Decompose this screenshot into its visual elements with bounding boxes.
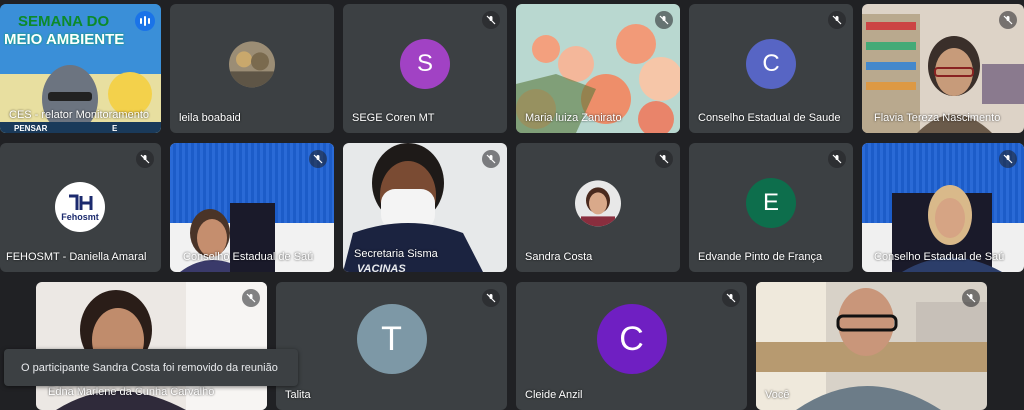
participant-tile[interactable]: C Conselho Estadual de Saude [689,4,853,133]
participant-tile[interactable]: C Cleide Anzil [516,282,747,410]
avatar: C [746,38,796,89]
participant-tile[interactable]: leila boabaid [170,4,334,133]
participant-name: CES - relator Monitoramento [9,109,149,121]
participant-name: Conselho Estadual de Saú [874,251,1005,263]
participant-tile[interactable]: Flavia Tereza Nascimento [862,4,1024,133]
participant-tile[interactable]: E Edvande Pinto de França [689,143,853,272]
avatar: C [596,304,667,374]
mic-off-icon [722,289,740,307]
banner-bottom-text: PENSAR [14,124,48,133]
participant-name: Sandra Costa [525,251,593,263]
participant-name: Secretaria Sisma [354,248,438,260]
participant-name: Edvande Pinto de França [698,251,823,263]
avatar: S [400,38,450,89]
mic-off-icon [242,289,260,307]
banner-bottom-text-2: E [112,124,118,133]
participant-tile[interactable]: VACINAS Secretaria Sisma [343,143,507,272]
avatar: E [746,177,796,228]
participant-tile[interactable]: SEMANA DO MEIO AMBIENTE PENSAR E CES - r… [0,4,161,133]
participant-name: SEGE Coren MT [352,112,435,124]
mic-off-icon [999,150,1017,168]
notification-text: O participante Sandra Costa foi removido… [21,361,278,374]
participant-tile[interactable]: Sandra Costa [516,143,680,272]
mic-off-icon [655,11,673,29]
mic-off-icon [482,150,500,168]
shirt-text: VACINAS [357,263,406,272]
participant-name: Flavia Tereza Nascimento [874,112,1001,124]
mic-off-icon [962,289,980,307]
mic-off-icon [999,11,1017,29]
mic-off-icon [828,150,846,168]
participant-tile[interactable]: Edna Marlene da Cunha Carvalho [36,282,267,410]
banner-title-1: SEMANA DO [18,13,110,30]
mic-off-icon [309,150,327,168]
avatar: T [356,304,427,374]
mic-off-icon [482,289,500,307]
participant-name: Você [765,389,790,401]
mic-off-icon [655,150,673,168]
participant-tile[interactable]: T Talita [276,282,507,410]
mic-off-icon [482,11,500,29]
participant-name: Edna Marlene da Cunha Carvalho [48,386,215,398]
participant-name: leila boabaid [179,112,241,124]
mic-off-icon [828,11,846,29]
participant-tile[interactable]: Conselho Estadual de Saú [170,143,334,272]
banner-title-2: MEIO AMBIENTE [4,31,125,48]
notification-toast: O participante Sandra Costa foi removido… [4,349,298,386]
participant-name: Conselho Estadual de Saude [698,112,841,124]
participant-tile[interactable]: Conselho Estadual de Saú [862,143,1024,272]
participant-tile[interactable]: S SEGE Coren MT [343,4,507,133]
audio-level-icon [135,11,155,31]
participant-name: Conselho Estadual de Saú [183,251,314,263]
participant-tile[interactable]: Você [756,282,987,410]
participant-tile[interactable]: Fehosmt FEHOSMT - Daniella Amaral [0,143,161,272]
organization-logo: Fehosmt [55,182,105,232]
participant-name: FEHOSMT - Daniella Amaral [6,251,147,263]
participant-tile[interactable]: Maria luiza Zanirato [516,4,680,133]
avatar [229,40,275,87]
logo-text: Fehosmt [61,212,99,222]
participant-name: Maria luiza Zanirato [525,112,622,124]
camera-feed [756,282,987,410]
participant-name: Cleide Anzil [525,389,583,401]
mic-off-icon [136,150,154,168]
participant-name: Talita [285,389,311,401]
avatar [575,179,621,226]
